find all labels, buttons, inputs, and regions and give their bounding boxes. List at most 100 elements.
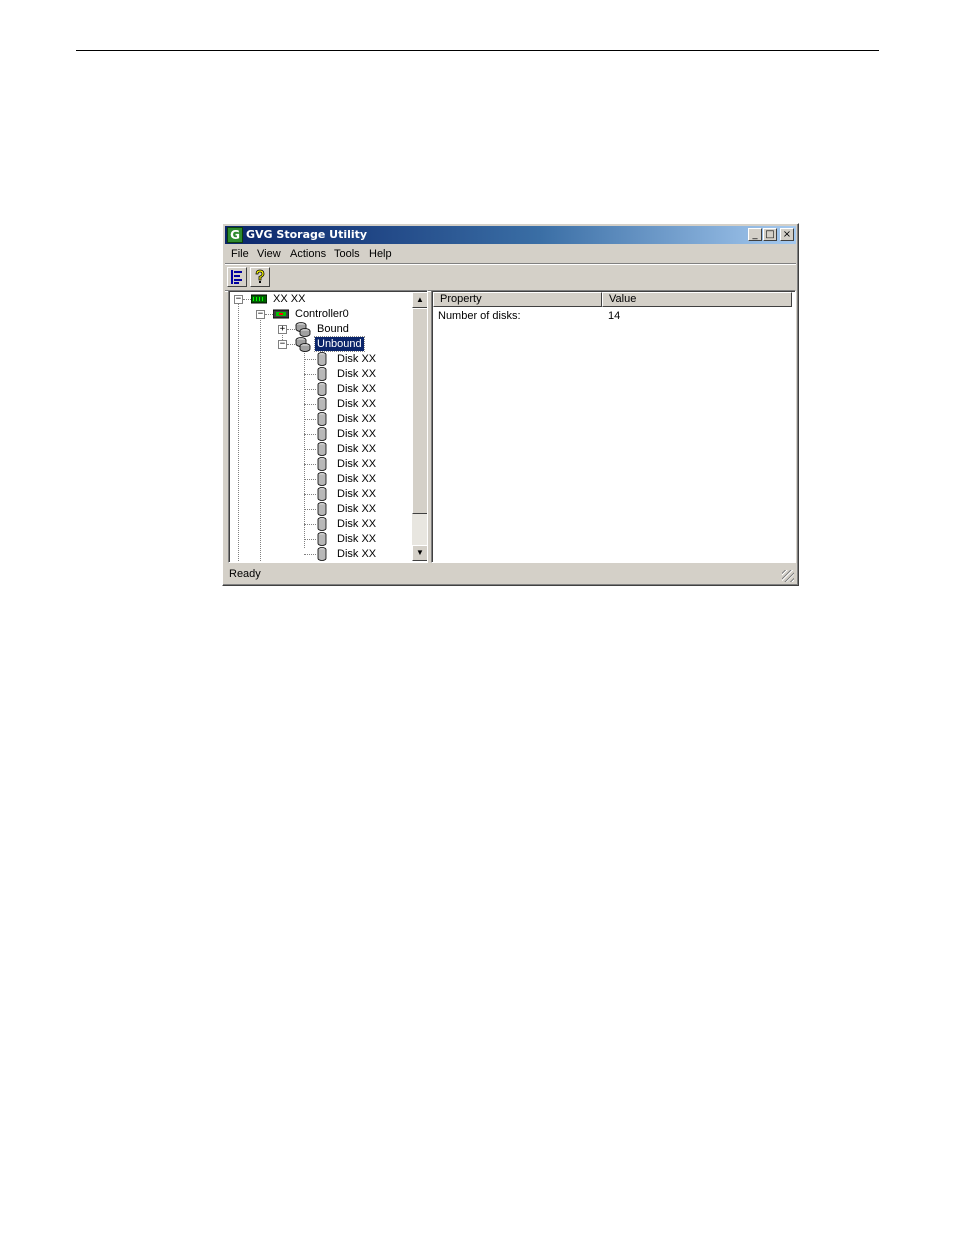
controller-icon [273, 309, 289, 319]
tree-node-label: Disk XX [337, 413, 377, 425]
bound-expander[interactable]: + [278, 325, 287, 334]
disk-icon [317, 352, 327, 366]
cell-property: Number of disks: [438, 310, 521, 322]
menu-tools[interactable]: Tools [334, 248, 360, 260]
page-header-rule [76, 50, 879, 51]
tree-node-label: Disk XX [337, 488, 377, 500]
tree-node-disk[interactable]: Disk XX [229, 412, 409, 427]
scroll-thumb[interactable] [412, 308, 427, 514]
menu-view[interactable]: View [257, 248, 281, 260]
disk-icon [317, 532, 327, 546]
column-header-value[interactable]: Value [602, 292, 792, 307]
tree-connector [304, 389, 316, 390]
tree-node-disk[interactable]: Disk XX [229, 487, 409, 502]
controller-expander[interactable]: − [256, 310, 265, 319]
tree-node-disk[interactable]: Disk XX [229, 532, 409, 547]
tree-node-disk[interactable]: Disk XX [229, 472, 409, 487]
scroll-up-button[interactable]: ▲ [412, 292, 427, 308]
tree-node-label: Disk XX [337, 458, 377, 470]
disk-icon [317, 427, 327, 441]
disk-icon [317, 547, 327, 561]
disk-icon [317, 412, 327, 426]
tree-node-label: Disk XX [337, 503, 377, 515]
tree-connector [304, 449, 316, 450]
app-window: G GVG Storage Utility _ □ × File View Ac… [222, 223, 799, 586]
property-list-pane[interactable]: Property Value Number of disks: 14 [431, 290, 796, 563]
gvg-logo-icon: G [227, 227, 243, 243]
tree-connector [304, 509, 316, 510]
tree-node-label: Disk XX [337, 368, 377, 380]
scroll-down-button[interactable]: ▼ [412, 545, 427, 561]
tree-node-label: Disk XX [337, 398, 377, 410]
tree-connector [304, 479, 316, 480]
help-icon [255, 269, 265, 283]
tree-connector [304, 434, 316, 435]
tree-node-label: Disk XX [337, 428, 377, 440]
tree-pane[interactable]: − XX XX − Controller0 + Bound − Unbound … [228, 290, 428, 563]
toolbar-top-divider [225, 263, 796, 265]
tree-node-disk[interactable]: Disk XX [229, 352, 409, 367]
tree-node-label: Disk XX [337, 518, 377, 530]
tree-node-label: Disk XX [337, 533, 377, 545]
tree-node-label: XX XX [273, 293, 306, 305]
tree-connector [304, 374, 316, 375]
disk-group-icon [295, 337, 311, 352]
tree-connector [304, 554, 316, 555]
tree-connector [304, 524, 316, 525]
disk-group-icon [295, 322, 311, 337]
cell-value: 14 [608, 310, 621, 322]
tree-connector [304, 404, 316, 405]
tree-vertical-scrollbar[interactable]: ▲ ▼ [412, 292, 427, 561]
chassis-icon [251, 294, 267, 304]
disk-icon [317, 442, 327, 456]
maximize-button[interactable]: □ [763, 228, 777, 241]
tree-node-disk[interactable]: Disk XX [229, 517, 409, 532]
disk-icon [317, 457, 327, 471]
disk-icon [317, 487, 327, 501]
tree-node-disk[interactable]: Disk XX [229, 457, 409, 472]
tree-connector [287, 344, 295, 345]
menu-help[interactable]: Help [369, 248, 392, 260]
disk-icon [317, 472, 327, 486]
tree-node-disk[interactable]: Disk XX [229, 442, 409, 457]
disk-icon [317, 502, 327, 516]
minimize-button[interactable]: _ [748, 228, 762, 241]
tree-connector [243, 299, 251, 300]
tree-connector [304, 464, 316, 465]
tree-view-button[interactable] [227, 267, 247, 287]
tree-node-label: Controller0 [295, 308, 349, 320]
tree-connector [304, 494, 316, 495]
tree-connector [304, 419, 316, 420]
status-bar: Ready [225, 566, 796, 583]
tree-node-disk[interactable]: Disk XX [229, 397, 409, 412]
root-expander[interactable]: − [234, 295, 243, 304]
disk-icon [317, 397, 327, 411]
tree-view-icon [231, 270, 242, 284]
disk-icon [317, 367, 327, 381]
tree-node-disk[interactable]: Disk XX [229, 502, 409, 517]
status-text: Ready [229, 568, 261, 580]
disk-icon [317, 517, 327, 531]
tree-node-label: Disk XX [337, 383, 377, 395]
tree-connector [265, 314, 273, 315]
unbound-expander[interactable]: − [278, 340, 287, 349]
tree-node-label: Unbound [314, 336, 365, 352]
tree-node-disk[interactable]: Disk XX [229, 427, 409, 442]
tree-node-disk[interactable]: Disk XX [229, 367, 409, 382]
close-button[interactable]: × [780, 228, 794, 241]
tree-node-label: Disk XX [337, 473, 377, 485]
menu-actions[interactable]: Actions [290, 248, 326, 260]
tree-node-label: Disk XX [337, 443, 377, 455]
disk-icon [317, 382, 327, 396]
tree-connector [304, 359, 316, 360]
window-title: GVG Storage Utility [246, 228, 368, 241]
resize-grip-icon[interactable] [782, 570, 794, 582]
tree-connector [287, 329, 295, 330]
title-bar[interactable]: G GVG Storage Utility _ □ × [225, 226, 796, 244]
tree-node-label: Bound [317, 323, 349, 335]
help-button[interactable] [250, 267, 270, 287]
column-header-property[interactable]: Property [433, 292, 602, 307]
tree-node-disk[interactable]: Disk XX [229, 382, 409, 397]
menu-file[interactable]: File [231, 248, 249, 260]
tree-node-disk[interactable]: Disk XX [229, 547, 409, 562]
